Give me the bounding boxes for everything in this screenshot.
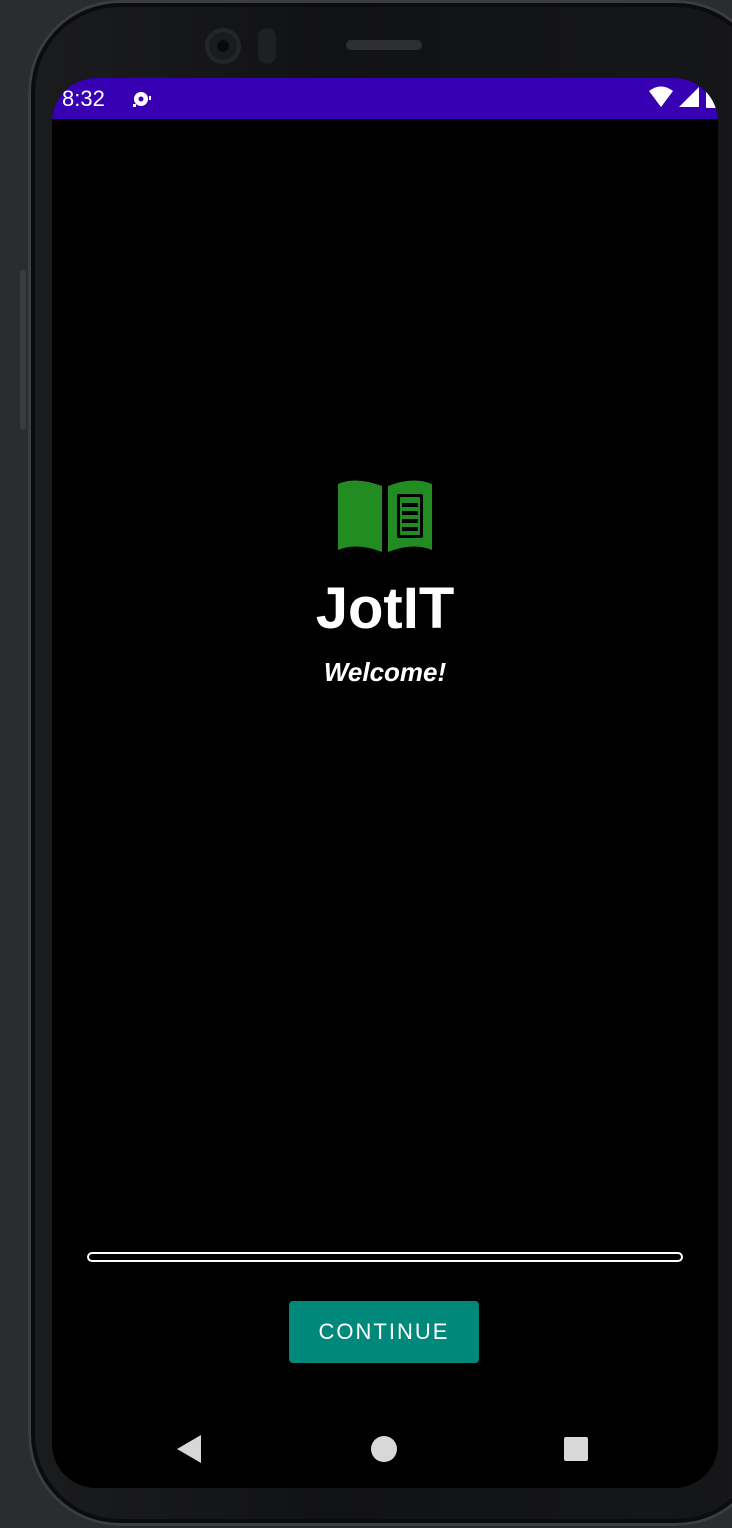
navigation-bar (52, 1408, 718, 1488)
recents-square-icon[interactable] (564, 1437, 588, 1461)
earpiece-speaker (346, 40, 422, 50)
progress-bar (87, 1252, 683, 1262)
status-time: 8:32 (62, 86, 105, 111)
welcome-subtitle: Welcome! (323, 657, 447, 687)
cell-signal-icon (678, 86, 700, 113)
home-circle-icon[interactable] (371, 1436, 397, 1462)
app-title: JotIT (315, 576, 455, 641)
wifi-icon (648, 86, 674, 113)
app-screen: 8:32 JotIT Welcome! CONTINUE (52, 78, 718, 1488)
front-camera (205, 28, 241, 64)
proximity-sensor (258, 28, 276, 64)
battery-icon (704, 86, 718, 113)
open-book-icon (335, 478, 435, 558)
continue-button[interactable]: CONTINUE (289, 1301, 479, 1363)
podcast-icon (130, 88, 154, 112)
device-side-button (20, 270, 26, 430)
status-bar: 8:32 (52, 78, 718, 119)
back-triangle-icon[interactable] (175, 1434, 203, 1464)
status-icons (648, 86, 718, 112)
